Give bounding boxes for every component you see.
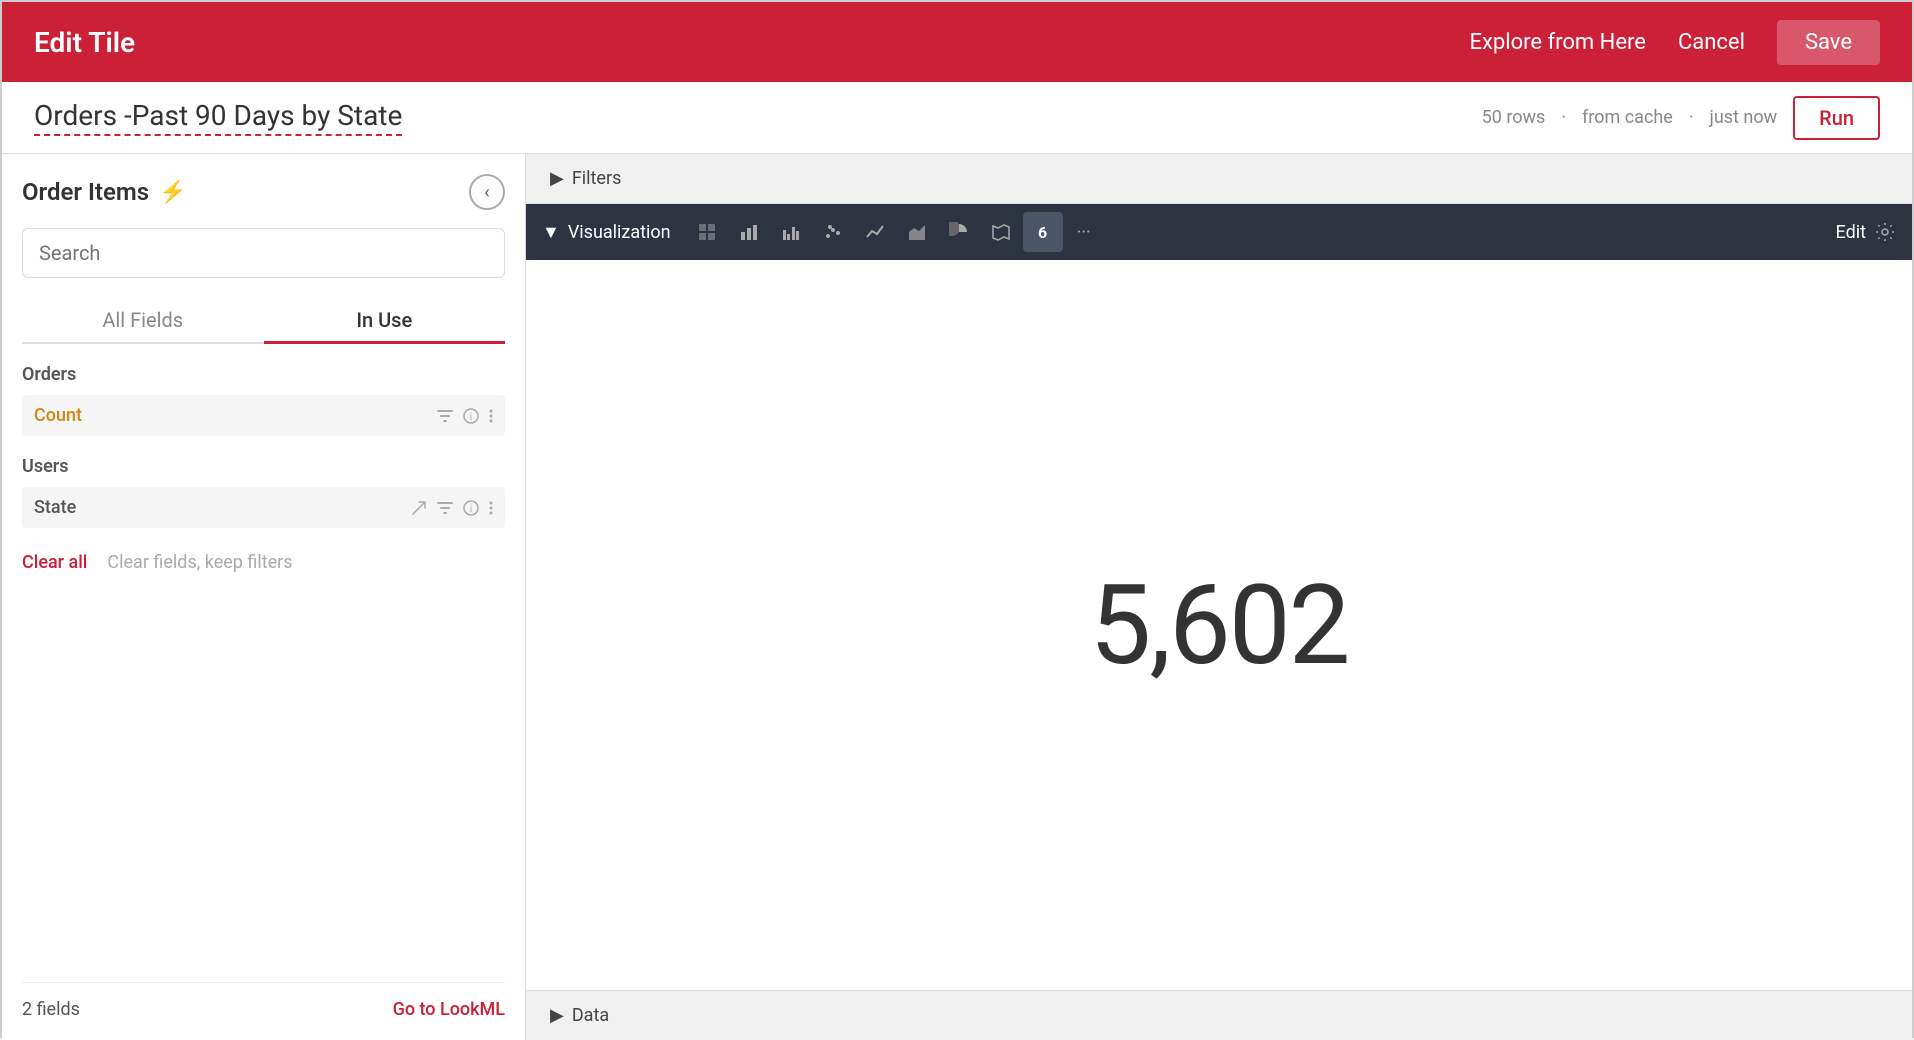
count-field-row: Count i — [22, 395, 505, 436]
viz-icons: 6 ··· — [687, 212, 1828, 252]
state-filter-icon[interactable] — [437, 500, 453, 516]
chevron-left-icon: ‹ — [484, 182, 489, 203]
count-more-icon[interactable] — [489, 408, 493, 424]
header-actions: Explore from Here Cancel Save — [1469, 20, 1880, 65]
viz-table-icon[interactable] — [687, 212, 727, 252]
viz-settings-icon[interactable] — [1874, 221, 1896, 243]
chevron-right-icon: ▶ — [550, 168, 564, 189]
content-area: ▶ Filters ▼ Visualization — [526, 154, 1912, 1040]
state-field-row: State i — [22, 487, 505, 528]
sidebar: Order Items ⚡ ‹ All Fields In Use Orders… — [2, 154, 526, 1040]
meta-time: just now — [1710, 107, 1778, 128]
svg-text:i: i — [470, 412, 472, 423]
state-pivot-icon[interactable] — [411, 500, 427, 516]
clear-row: Clear all Clear fields, keep filters — [22, 552, 505, 573]
orders-label: Orders — [22, 364, 505, 385]
explore-from-here-button[interactable]: Explore from Here — [1469, 30, 1646, 55]
visualization-bar: ▼ Visualization — [526, 204, 1912, 260]
sidebar-header: Order Items ⚡ ‹ — [22, 174, 505, 210]
meta-cache: from cache — [1582, 107, 1673, 128]
viz-edit-button[interactable]: Edit — [1836, 222, 1866, 243]
query-meta: 50 rows · from cache · just now Run — [1482, 96, 1880, 140]
value-display: 5,602 — [526, 260, 1912, 990]
svg-text:i: i — [470, 504, 472, 515]
users-label: Users — [22, 456, 505, 477]
tab-all-fields[interactable]: All Fields — [22, 298, 264, 342]
meta-dot2: · — [1689, 107, 1694, 128]
viz-label: Visualization — [568, 222, 671, 243]
save-button[interactable]: Save — [1777, 20, 1880, 65]
state-info-icon[interactable]: i — [463, 500, 479, 516]
count-info-icon[interactable]: i — [463, 408, 479, 424]
page-title: Edit Tile — [34, 26, 135, 59]
tabs: All Fields In Use — [22, 298, 505, 344]
filters-bar: ▶ Filters — [526, 154, 1912, 204]
viz-grouped-bar-icon[interactable] — [771, 212, 811, 252]
sidebar-title: Order Items — [22, 178, 149, 206]
viz-single-value-icon[interactable]: 6 — [1023, 212, 1063, 252]
viz-more-icon[interactable]: ··· — [1065, 222, 1103, 243]
count-field-icons: i — [437, 408, 493, 424]
viz-area-icon[interactable] — [897, 212, 937, 252]
data-toggle[interactable]: ▶ Data — [550, 1005, 609, 1026]
fields-count: 2 fields — [22, 999, 80, 1020]
data-label: Data — [572, 1005, 609, 1026]
orders-section: Orders Count i — [22, 364, 505, 448]
query-bar: Orders -Past 90 Days by State 50 rows · … — [2, 82, 1912, 154]
sidebar-footer: 2 fields Go to LookML — [22, 982, 505, 1020]
state-field-name: State — [34, 497, 411, 518]
count-filter-icon[interactable] — [437, 408, 453, 424]
data-chevron-right-icon: ▶ — [550, 1005, 564, 1026]
search-input[interactable] — [22, 228, 505, 278]
viz-scatter-icon[interactable] — [813, 212, 853, 252]
main-value: 5,602 — [1090, 561, 1349, 690]
back-button[interactable]: ‹ — [469, 174, 505, 210]
viz-toggle[interactable]: ▼ Visualization — [542, 222, 671, 243]
meta-rows: 50 rows — [1482, 107, 1546, 128]
header: Edit Tile Explore from Here Cancel Save — [2, 2, 1912, 82]
users-section: Users State i — [22, 456, 505, 540]
chevron-down-icon: ▼ — [542, 222, 560, 243]
count-field-name: Count — [34, 405, 437, 426]
meta-dot1: · — [1561, 107, 1566, 128]
clear-fields-button[interactable]: Clear fields, keep filters — [107, 552, 292, 573]
state-field-icons: i — [411, 500, 493, 516]
lightning-icon: ⚡ — [159, 180, 186, 205]
cancel-button[interactable]: Cancel — [1678, 30, 1745, 55]
viz-bar-icon[interactable] — [729, 212, 769, 252]
viz-map-icon[interactable] — [981, 212, 1021, 252]
filters-toggle[interactable]: ▶ Filters — [550, 168, 621, 189]
main-layout: Order Items ⚡ ‹ All Fields In Use Orders… — [2, 154, 1912, 1040]
state-more-icon[interactable] — [489, 500, 493, 516]
sidebar-title-group: Order Items ⚡ — [22, 178, 186, 206]
viz-pie-icon[interactable] — [939, 212, 979, 252]
viz-line-icon[interactable] — [855, 212, 895, 252]
clear-all-button[interactable]: Clear all — [22, 552, 87, 573]
run-button[interactable]: Run — [1793, 96, 1880, 140]
go-to-looker-button[interactable]: Go to LookML — [393, 999, 505, 1020]
filters-label: Filters — [572, 168, 622, 189]
query-title: Orders -Past 90 Days by State — [34, 99, 402, 136]
tab-in-use[interactable]: In Use — [264, 298, 506, 342]
data-bar: ▶ Data — [526, 990, 1912, 1040]
